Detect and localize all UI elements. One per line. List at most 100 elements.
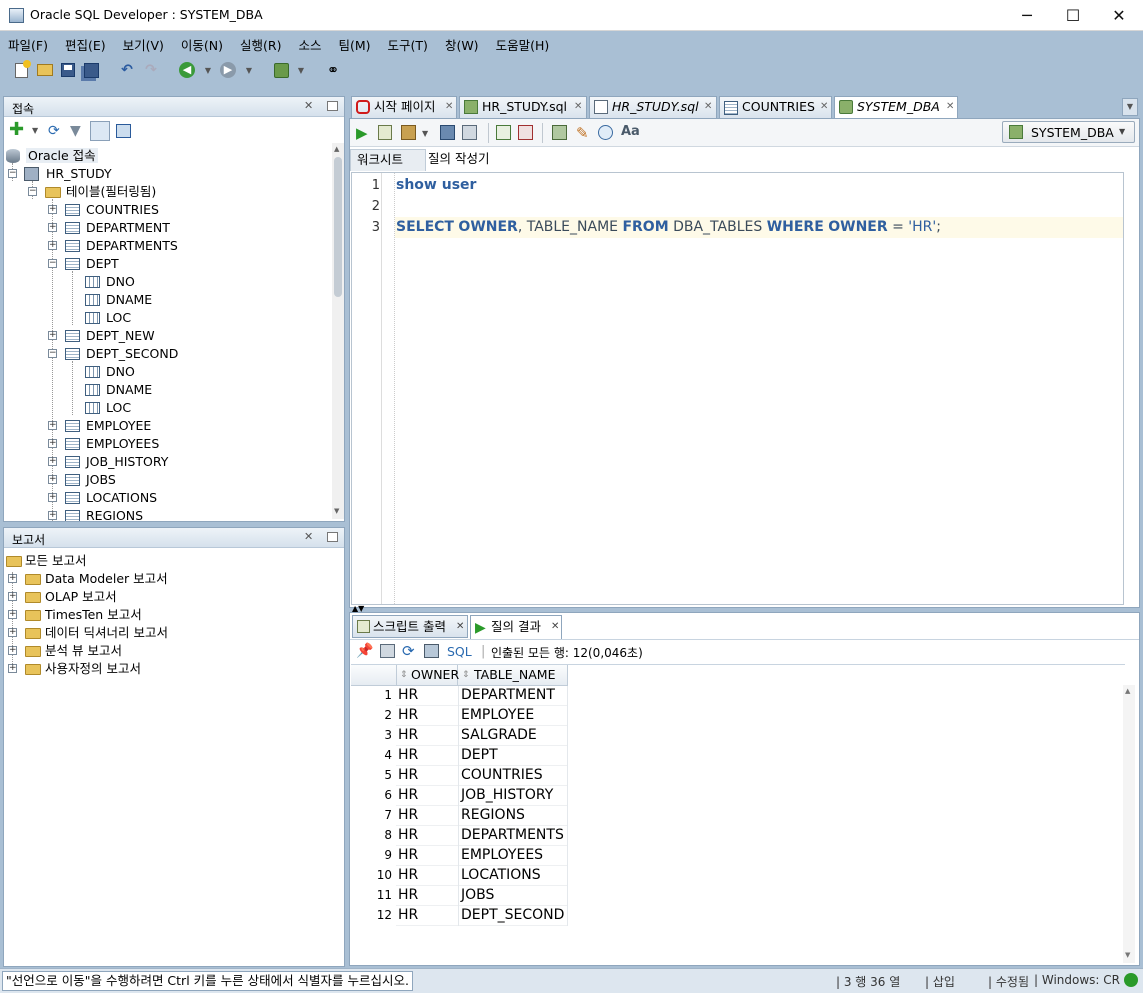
expand-toggle-icon[interactable]: + xyxy=(48,241,57,250)
cell-owner[interactable]: HR xyxy=(398,765,418,785)
close-tab-icon[interactable]: ✕ xyxy=(704,97,712,117)
column-header-table-name[interactable]: ⇕ TABLE_NAME xyxy=(458,665,568,686)
collapse-toggle-icon[interactable]: − xyxy=(8,169,17,178)
cell-owner[interactable]: HR xyxy=(398,805,418,825)
tree-item-hr-study[interactable]: − HR_STUDY xyxy=(6,165,156,183)
cell-owner[interactable]: HR xyxy=(398,885,418,905)
run-statement-icon[interactable]: ▶ xyxy=(356,124,368,142)
row-number[interactable]: 1 xyxy=(352,686,394,706)
menu-window[interactable]: 창(W) xyxy=(445,35,479,54)
expand-toggle-icon[interactable]: + xyxy=(48,475,57,484)
expand-toggle-icon[interactable]: + xyxy=(8,610,17,619)
row-number[interactable]: 7 xyxy=(352,806,394,826)
tree-item-column[interactable]: LOC xyxy=(6,309,206,327)
tree-item-table[interactable]: + EMPLOYEE xyxy=(6,417,206,435)
expand-toggle-icon[interactable]: + xyxy=(8,664,17,673)
row-number[interactable]: 12 xyxy=(352,906,394,926)
commit-icon[interactable] xyxy=(496,125,511,140)
tab-start-page[interactable]: 시작 페이지 ✕ xyxy=(351,96,457,118)
unshared-sql-icon[interactable] xyxy=(552,125,567,140)
format-case-icon[interactable]: Aa xyxy=(621,124,640,139)
cell-table-name[interactable]: LOCATIONS xyxy=(461,865,541,885)
run-script-icon[interactable] xyxy=(378,125,392,140)
expand-toggle-icon[interactable]: + xyxy=(48,493,57,502)
tab-countries[interactable]: COUNTRIES ✕ xyxy=(719,96,832,118)
cell-owner[interactable]: HR xyxy=(398,905,418,925)
tree-item-report[interactable]: + 분석 뷰 보고서 xyxy=(6,642,256,660)
cell-owner[interactable]: HR xyxy=(398,725,418,745)
back-icon[interactable]: ◀ xyxy=(178,61,196,79)
tree-item-table[interactable]: + COUNTRIES xyxy=(6,201,206,219)
tree-item-table[interactable]: − DEPT_SECOND xyxy=(6,345,206,363)
cell-owner[interactable]: HR xyxy=(398,705,418,725)
tree-item-report[interactable]: + Data Modeler 보고서 xyxy=(6,570,256,588)
row-number[interactable]: 8 xyxy=(352,826,394,846)
expand-toggle-icon[interactable]: + xyxy=(48,511,57,520)
cell-owner[interactable]: HR xyxy=(398,685,418,705)
cell-table-name[interactable]: SALGRADE xyxy=(461,725,537,745)
close-icon[interactable]: ✕ xyxy=(304,530,313,543)
close-tab-icon[interactable]: ✕ xyxy=(445,97,453,117)
print-icon[interactable] xyxy=(380,644,395,658)
open-folder-icon[interactable] xyxy=(36,61,54,79)
new-file-icon[interactable] xyxy=(12,59,31,79)
collapse-all-icon[interactable] xyxy=(116,124,131,138)
row-number[interactable]: 10 xyxy=(352,866,394,886)
expand-toggle-icon[interactable]: + xyxy=(48,421,57,430)
tree-item-column[interactable]: DNO xyxy=(6,363,206,381)
row-number[interactable]: 9 xyxy=(352,846,394,866)
tree-item-tables-filtered[interactable]: − 테이블(필터링됨) xyxy=(6,183,206,201)
autotrace-dropdown-icon[interactable]: ▼ xyxy=(422,129,428,138)
expand-toggle-icon[interactable]: + xyxy=(8,592,17,601)
add-connection-dropdown-icon[interactable]: ▼ xyxy=(32,126,38,135)
tree-item-column[interactable]: LOC xyxy=(6,399,206,417)
refresh-icon[interactable]: ⟳ xyxy=(48,123,60,139)
tree-item-table[interactable]: + JOB_HISTORY xyxy=(6,453,206,471)
sql-worksheet-icon[interactable] xyxy=(272,61,290,79)
expand-toggle-icon[interactable]: + xyxy=(8,574,17,583)
menu-view[interactable]: 보기(V) xyxy=(123,35,164,54)
cell-table-name[interactable]: DEPARTMENT xyxy=(461,685,555,705)
collapse-toggle-icon[interactable]: − xyxy=(48,259,57,268)
cell-table-name[interactable]: EMPLOYEES xyxy=(461,845,543,865)
undo-icon[interactable]: ↶ xyxy=(118,61,136,79)
tree-item-report[interactable]: + 사용자정의 보고서 xyxy=(6,660,256,678)
schema-browser-icon[interactable] xyxy=(90,121,110,141)
row-number[interactable]: 5 xyxy=(352,766,394,786)
tree-item-column[interactable]: DNAME xyxy=(6,381,206,399)
collapse-toggle-icon[interactable]: − xyxy=(28,187,37,196)
row-number[interactable]: 3 xyxy=(352,726,394,746)
cell-table-name[interactable]: EMPLOYEE xyxy=(461,705,534,725)
expand-toggle-icon[interactable]: + xyxy=(8,628,17,637)
rollback-icon[interactable] xyxy=(518,125,533,140)
tree-item-report[interactable]: + 데이터 딕셔너리 보고서 xyxy=(6,624,256,642)
scroll-up-icon[interactable]: ▲ xyxy=(1125,687,1130,695)
scrollbar-thumb[interactable] xyxy=(334,157,342,297)
close-tab-icon[interactable]: ✕ xyxy=(574,97,582,117)
expand-toggle-icon[interactable]: + xyxy=(48,439,57,448)
tree-item-column[interactable]: DNAME xyxy=(6,291,206,309)
scroll-down-icon[interactable]: ▼ xyxy=(1125,951,1130,959)
menu-file[interactable]: 파일(F) xyxy=(8,35,48,54)
cell-owner[interactable]: HR xyxy=(398,865,418,885)
tab-system-dba[interactable]: SYSTEM_DBA ✕ xyxy=(834,96,958,119)
binoculars-icon[interactable]: ⚭ xyxy=(324,61,342,79)
row-number[interactable]: 4 xyxy=(352,746,394,766)
menu-run[interactable]: 실행(R) xyxy=(240,35,281,54)
expand-toggle-icon[interactable]: + xyxy=(8,646,17,655)
row-number[interactable]: 2 xyxy=(352,706,394,726)
expand-toggle-icon[interactable]: + xyxy=(48,205,57,214)
tree-item-table[interactable]: − DEPT xyxy=(6,255,206,273)
tree-item-table[interactable]: + EMPLOYEES xyxy=(6,435,206,453)
sql-link[interactable]: SQL xyxy=(447,644,472,659)
close-tab-icon[interactable]: ✕ xyxy=(946,97,954,117)
cell-table-name[interactable]: DEPT xyxy=(461,745,498,765)
history-icon[interactable] xyxy=(598,125,613,140)
filter-icon[interactable]: ▼ xyxy=(70,123,81,139)
forward-dropdown-icon[interactable]: ▼ xyxy=(240,61,258,79)
tab-hr-study-sql-2[interactable]: HR_STUDY.sql ✕ xyxy=(589,96,717,118)
refresh-icon[interactable]: ⟳ xyxy=(402,642,415,660)
scroll-down-icon[interactable]: ▼ xyxy=(334,507,339,515)
close-icon[interactable]: ✕ xyxy=(304,99,313,112)
row-number[interactable]: 11 xyxy=(352,886,394,906)
